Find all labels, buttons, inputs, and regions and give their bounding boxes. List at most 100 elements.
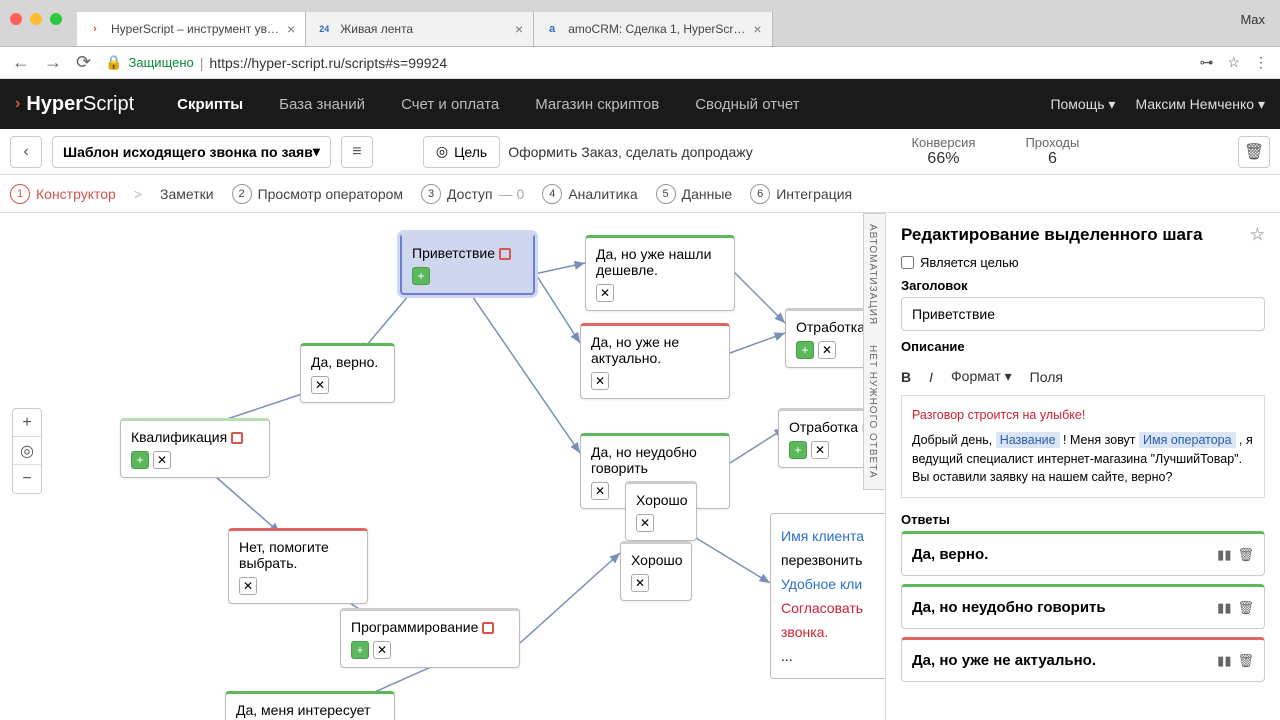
- tab-title: amoCRM: Сделка 1, HyperScr…: [568, 22, 745, 36]
- flow-canvas[interactable]: + ◎ − Приветствие + Да, но уже нашли деш…: [0, 213, 885, 720]
- pause-icon[interactable]: ▮▮: [1217, 600, 1231, 616]
- close-tab-icon[interactable]: ×: [515, 21, 523, 37]
- add-icon[interactable]: +: [796, 341, 814, 359]
- tab-preview[interactable]: 2Просмотр оператором: [232, 184, 403, 204]
- answer-text: Да, но неудобно говорить: [912, 599, 1106, 616]
- side-tab-noanswer[interactable]: НЕТ НУЖНОГО ОТВЕТА: [864, 335, 881, 489]
- nav-scripts[interactable]: Скрипты: [159, 96, 261, 113]
- reload-icon[interactable]: ⟳: [76, 52, 91, 73]
- nav-billing[interactable]: Счет и оплата: [383, 96, 517, 113]
- italic-button[interactable]: I: [929, 369, 933, 385]
- close-icon[interactable]: ✕: [596, 284, 614, 302]
- node-notactual[interactable]: Да, но уже не актуально. ✕: [580, 323, 730, 399]
- trash-icon[interactable]: 🗑: [1237, 547, 1254, 563]
- answer-item[interactable]: Да, но уже не актуально.▮▮🗑: [901, 637, 1265, 682]
- browser-tab[interactable]: › HyperScript – инструмент ув… ×: [77, 12, 306, 46]
- close-icon[interactable]: ✕: [373, 641, 391, 659]
- token-operator[interactable]: Имя оператора: [1139, 432, 1236, 448]
- app-logo[interactable]: HyperScript: [26, 93, 134, 116]
- node-title: Да, меня интересует: [236, 702, 384, 718]
- close-window-icon[interactable]: [10, 13, 22, 25]
- zoom-center-button[interactable]: ◎: [13, 437, 41, 465]
- tab-notes[interactable]: Заметки: [160, 186, 214, 202]
- star-icon[interactable]: ☆: [1250, 225, 1265, 245]
- tab-constructor[interactable]: 1Конструктор: [10, 184, 116, 204]
- node-help[interactable]: Нет, помогите выбрать. ✕: [228, 528, 368, 604]
- nav-report[interactable]: Сводный отчет: [677, 96, 817, 113]
- nav-kb[interactable]: База знаний: [261, 96, 383, 113]
- nav-shop[interactable]: Магазин скриптов: [517, 96, 677, 113]
- node-cheaper[interactable]: Да, но уже нашли дешевле. ✕: [585, 235, 735, 311]
- close-icon[interactable]: ✕: [311, 376, 329, 394]
- side-tab-automation[interactable]: АВТОМАТИЗАЦИЯ: [864, 214, 881, 335]
- template-select[interactable]: Шаблон исходящего звонка по заяв▾: [52, 136, 331, 168]
- add-icon[interactable]: +: [351, 641, 369, 659]
- is-goal-checkbox[interactable]: Является целью: [901, 255, 1265, 270]
- answers-label: Ответы: [901, 512, 1265, 527]
- add-icon[interactable]: +: [131, 451, 149, 469]
- close-icon[interactable]: ✕: [818, 341, 836, 359]
- window-controls[interactable]: [10, 13, 62, 33]
- close-icon[interactable]: ✕: [636, 514, 654, 532]
- close-icon[interactable]: ✕: [591, 372, 609, 390]
- heading-input[interactable]: [901, 297, 1265, 331]
- nav-user[interactable]: Максим Немченко ▾: [1135, 96, 1265, 113]
- node-line: Согласовать: [781, 596, 879, 620]
- pause-icon[interactable]: ▮▮: [1217, 547, 1231, 563]
- desc-red: Разговор строится на улыбке!: [912, 406, 1254, 425]
- description-editor[interactable]: Разговор строится на улыбке! Добрый день…: [901, 396, 1265, 498]
- heading-label: Заголовок: [901, 278, 1265, 293]
- node-programming[interactable]: Программирование +✕: [340, 608, 520, 668]
- back-icon[interactable]: ←: [12, 52, 30, 73]
- maximize-window-icon[interactable]: [50, 13, 62, 25]
- minimize-window-icon[interactable]: [30, 13, 42, 25]
- tab-data[interactable]: 5Данные: [656, 184, 733, 204]
- node-qualification[interactable]: Квалификация +✕: [120, 418, 270, 478]
- tab-integration[interactable]: 6Интеграция: [750, 184, 852, 204]
- lock-icon: 🔒: [105, 54, 122, 71]
- close-icon[interactable]: ✕: [591, 482, 609, 500]
- token-name[interactable]: Название: [996, 432, 1060, 448]
- node-interest[interactable]: Да, меня интересует: [225, 691, 395, 720]
- zoom-in-button[interactable]: +: [13, 409, 41, 437]
- menu-button[interactable]: ≡: [341, 136, 373, 168]
- trash-icon[interactable]: 🗑: [1237, 653, 1254, 669]
- node-ok[interactable]: Хорошо ✕: [625, 481, 697, 541]
- bold-button[interactable]: B: [901, 369, 911, 385]
- delete-button[interactable]: 🗑: [1238, 136, 1270, 168]
- close-icon[interactable]: ✕: [631, 574, 649, 592]
- browser-tab[interactable]: a amoCRM: Сделка 1, HyperScr… ×: [534, 12, 772, 46]
- chrome-profile[interactable]: Max: [1240, 12, 1265, 35]
- browser-tab[interactable]: 24 Живая лента ×: [306, 12, 534, 46]
- back-button[interactable]: ‹: [10, 136, 42, 168]
- fields-button[interactable]: Поля: [1030, 369, 1063, 385]
- add-icon[interactable]: +: [412, 267, 430, 285]
- format-dropdown[interactable]: Формат ▾: [951, 368, 1012, 385]
- node-line: ...: [781, 644, 879, 668]
- node-yes[interactable]: Да, верно. ✕: [300, 343, 395, 403]
- add-icon[interactable]: +: [789, 441, 807, 459]
- menu-icon[interactable]: ⋮: [1254, 54, 1268, 71]
- nav-help[interactable]: Помощь ▾: [1050, 96, 1115, 113]
- trash-icon[interactable]: 🗑: [1237, 600, 1254, 616]
- key-icon[interactable]: ⊶: [1199, 54, 1213, 71]
- close-icon[interactable]: ✕: [153, 451, 171, 469]
- star-icon[interactable]: ☆: [1227, 54, 1240, 71]
- node-ok2[interactable]: Хорошо ✕: [620, 541, 692, 601]
- url-box[interactable]: 🔒 Защищено | https://hyper-script.ru/scr…: [105, 54, 1185, 71]
- tab-access[interactable]: 3Доступ — 0: [421, 184, 524, 204]
- logo-caret-icon: ›: [15, 95, 20, 113]
- zoom-out-button[interactable]: −: [13, 465, 41, 493]
- pause-icon[interactable]: ▮▮: [1217, 653, 1231, 669]
- goal-button[interactable]: ◎ Цель: [423, 136, 500, 168]
- answer-item[interactable]: Да, верно.▮▮🗑: [901, 531, 1265, 576]
- node-greeting[interactable]: Приветствие +: [400, 233, 535, 295]
- close-tab-icon[interactable]: ×: [753, 21, 761, 37]
- forward-icon[interactable]: →: [44, 52, 62, 73]
- node-big[interactable]: Имя клиента перезвонить Удобное кли Согл…: [770, 513, 885, 679]
- close-icon[interactable]: ✕: [239, 577, 257, 595]
- close-icon[interactable]: ✕: [811, 441, 829, 459]
- answer-item[interactable]: Да, но неудобно говорить ▮▮ 🗑: [901, 584, 1265, 629]
- tab-analytics[interactable]: 4Аналитика: [542, 184, 637, 204]
- close-tab-icon[interactable]: ×: [287, 21, 295, 37]
